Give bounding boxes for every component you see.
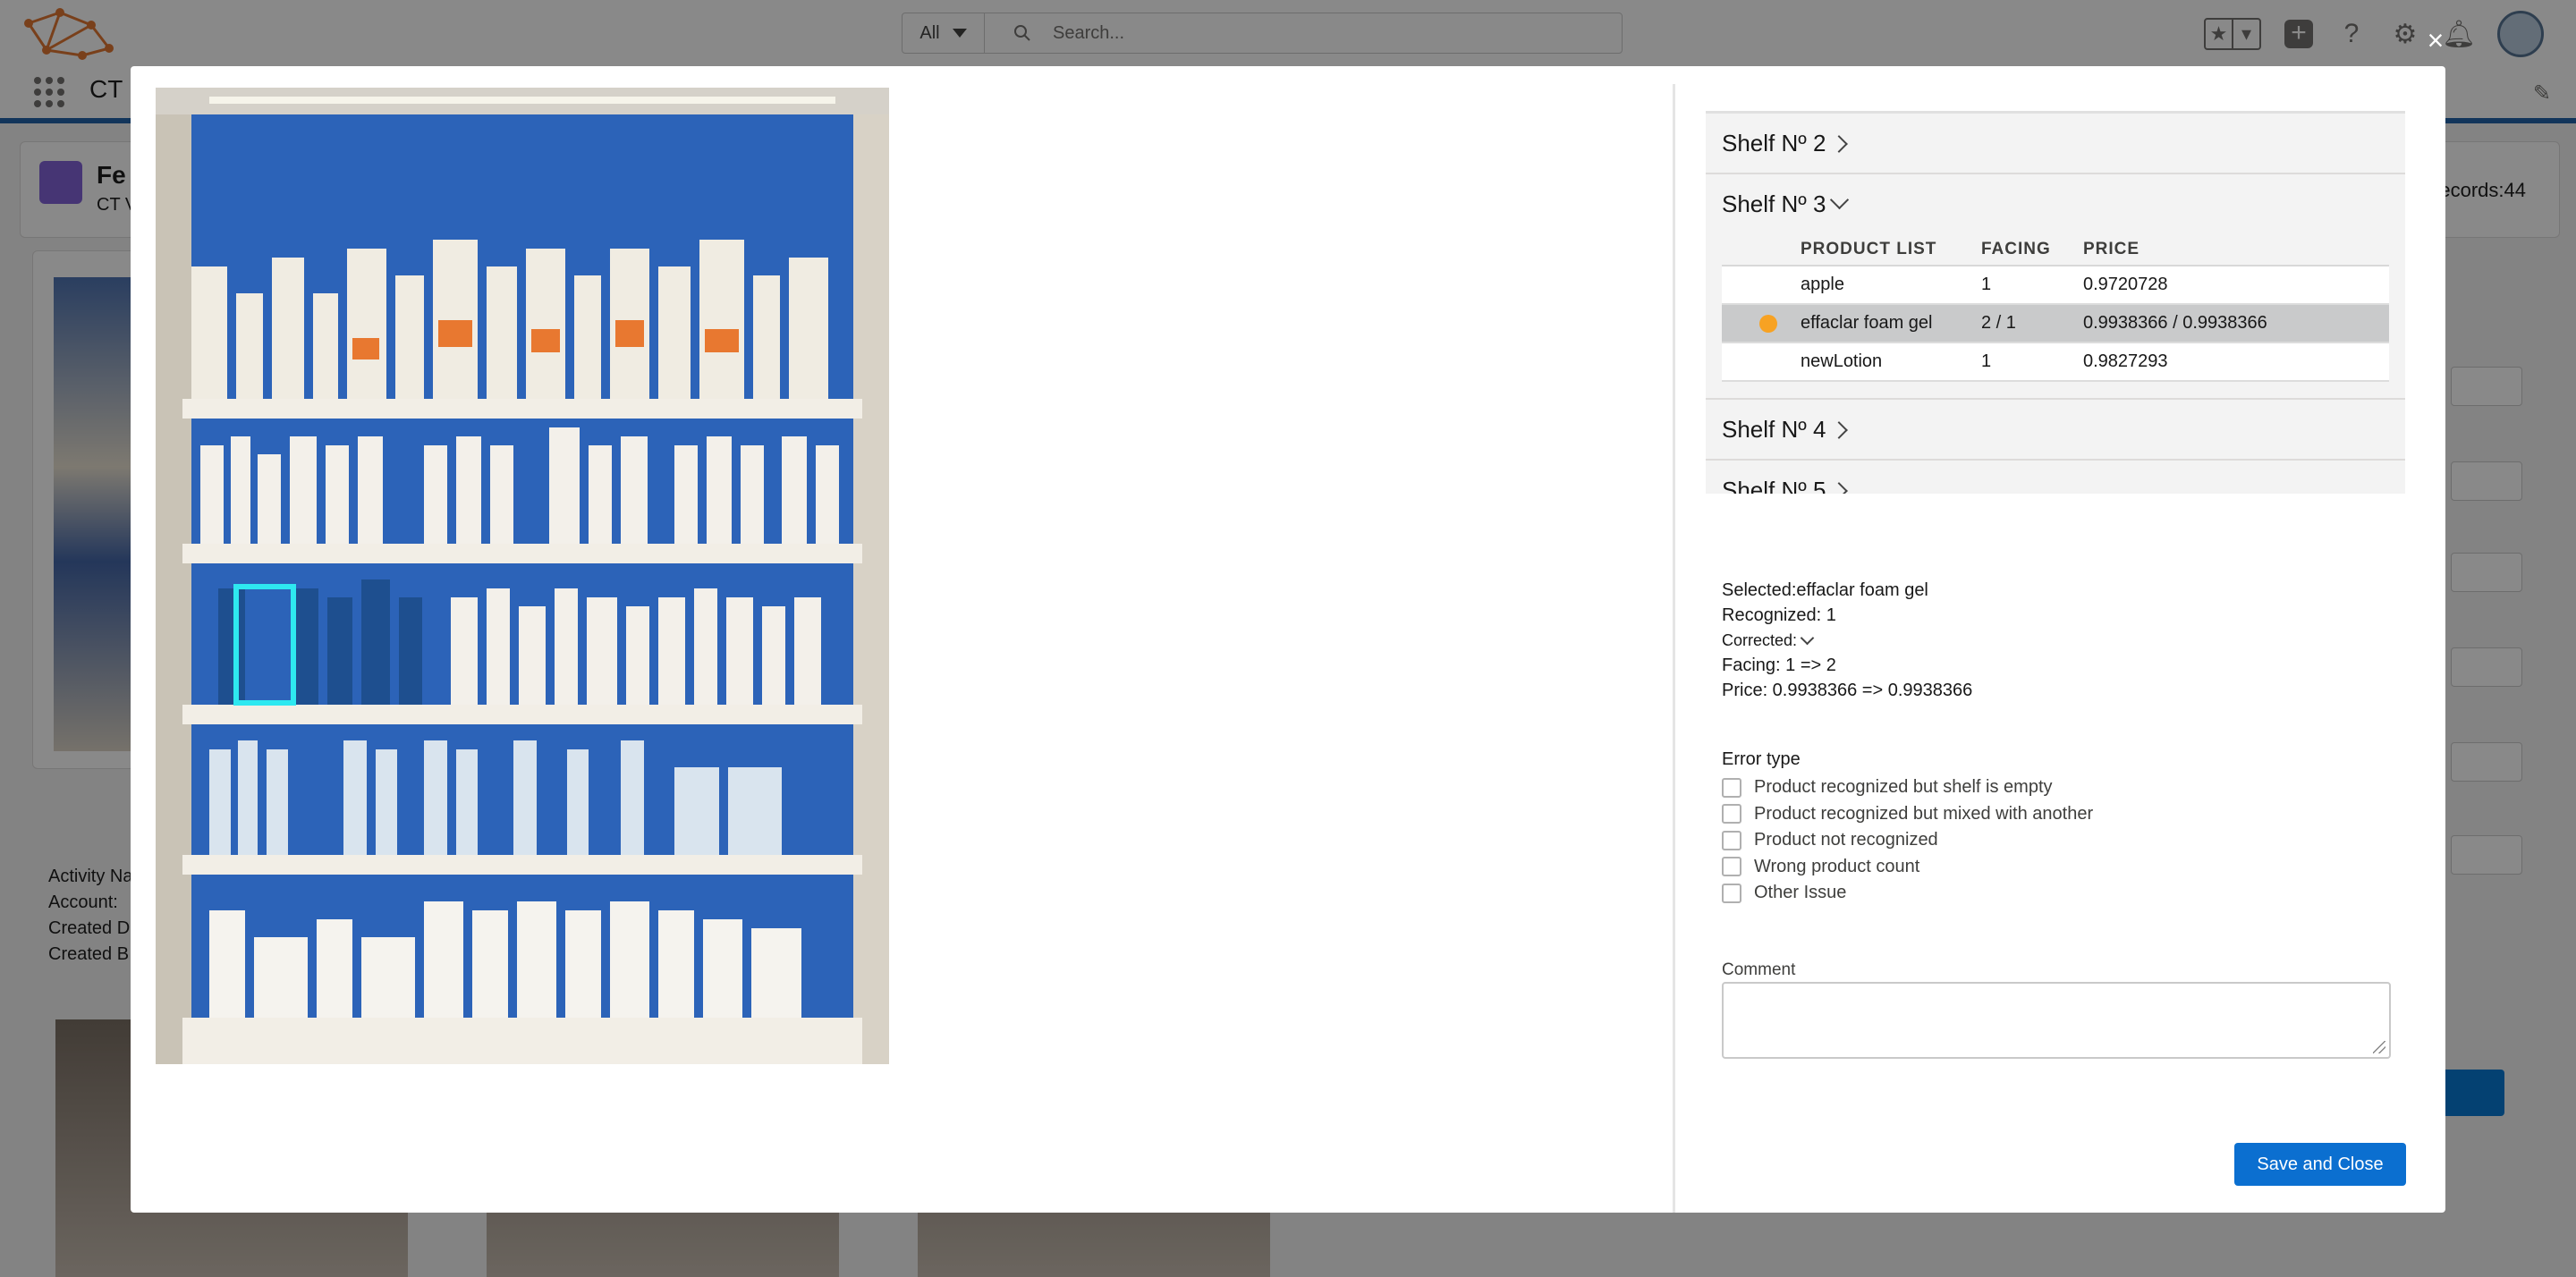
selection-details: Selected:effaclar foam gel Recognized: 1… bbox=[1722, 578, 1972, 703]
shelf-3-toggle[interactable]: Shelf Nº 3 bbox=[1706, 174, 2405, 233]
price-change: Price: 0.9938366 => 0.9938366 bbox=[1722, 681, 1973, 700]
comment-textarea[interactable] bbox=[1722, 982, 2391, 1059]
error-option-label: Wrong product count bbox=[1754, 856, 1920, 876]
error-option[interactable]: Product recognized but shelf is empty bbox=[1722, 774, 2093, 801]
photo-pane bbox=[131, 66, 1673, 1213]
corrected-toggle[interactable]: Corrected: bbox=[1722, 628, 1972, 653]
row-marker bbox=[1722, 343, 1801, 382]
recognized-count: Recognized: 1 bbox=[1722, 605, 1836, 625]
chevron-right-icon bbox=[1830, 135, 1849, 153]
corrected-label: Corrected: bbox=[1722, 631, 1798, 649]
shelf-label: Shelf Nº 4 bbox=[1722, 415, 1826, 443]
shelf-section: Shelf Nº 4 bbox=[1706, 400, 2405, 461]
facing-header: FACING bbox=[1981, 233, 2083, 266]
review-pane: Shelf Nº 2 Shelf Nº 3 PRODUCT LIST FACIN… bbox=[1675, 66, 2445, 1213]
chevron-down-icon bbox=[1830, 190, 1850, 209]
error-checkbox[interactable] bbox=[1722, 883, 1741, 903]
error-type-list: Product recognized but shelf is empty Pr… bbox=[1722, 774, 2093, 907]
table-row-selected[interactable]: effaclar foam gel 2 / 1 0.9938366 / 0.99… bbox=[1722, 304, 2389, 343]
error-checkbox[interactable] bbox=[1722, 804, 1741, 825]
table-row[interactable]: newLotion 1 0.9827293 bbox=[1722, 343, 2389, 382]
error-option[interactable]: Wrong product count bbox=[1722, 854, 2093, 881]
error-option[interactable]: Product recognized but mixed with anothe… bbox=[1722, 801, 2093, 828]
shelf-4-toggle[interactable]: Shelf Nº 4 bbox=[1706, 400, 2405, 459]
close-modal-icon[interactable]: × bbox=[2419, 23, 2453, 57]
shelf-section: Shelf Nº 5 bbox=[1706, 461, 2405, 494]
comment-label: Comment bbox=[1722, 960, 1796, 979]
error-option-label: Product recognized but shelf is empty bbox=[1754, 777, 2053, 798]
error-option[interactable]: Product not recognized bbox=[1722, 827, 2093, 854]
row-marker bbox=[1722, 304, 1801, 343]
chevron-right-icon bbox=[1830, 482, 1849, 494]
product-name-cell: newLotion bbox=[1801, 343, 1981, 382]
shelf-label: Shelf Nº 3 bbox=[1722, 190, 1826, 217]
error-checkbox[interactable] bbox=[1722, 830, 1741, 850]
facing-change: Facing: 1 => 2 bbox=[1722, 655, 1836, 675]
error-option[interactable]: Other Issue bbox=[1722, 880, 2093, 907]
facing-cell: 2 / 1 bbox=[1981, 304, 2083, 343]
shelf-2-toggle[interactable]: Shelf Nº 2 bbox=[1706, 114, 2405, 173]
chevron-down-icon bbox=[1800, 630, 1815, 645]
save-and-close-button[interactable]: Save and Close bbox=[2234, 1143, 2406, 1186]
row-marker bbox=[1722, 266, 1801, 305]
shelf-section: Shelf Nº 2 bbox=[1706, 114, 2405, 174]
error-checkbox[interactable] bbox=[1722, 777, 1741, 798]
error-option-label: Product recognized but mixed with anothe… bbox=[1754, 803, 2094, 824]
shelf-section: Shelf Nº 3 PRODUCT LIST FACING PRICE app… bbox=[1706, 174, 2405, 400]
resize-grip-icon[interactable] bbox=[2373, 1041, 2385, 1053]
shelf-review-modal: Shelf Nº 2 Shelf Nº 3 PRODUCT LIST FACIN… bbox=[131, 66, 2445, 1213]
shelf-label: Shelf Nº 2 bbox=[1722, 129, 1826, 156]
marker-column-header bbox=[1722, 233, 1801, 266]
product-name-cell: effaclar foam gel bbox=[1801, 304, 1981, 343]
product-name-cell: apple bbox=[1801, 266, 1981, 305]
error-option-label: Product not recognized bbox=[1754, 830, 1938, 850]
error-option-label: Other Issue bbox=[1754, 883, 1847, 903]
price-cell: 0.9720728 bbox=[2083, 266, 2389, 305]
error-checkbox[interactable] bbox=[1722, 857, 1741, 877]
shelf-5-toggle[interactable]: Shelf Nº 5 bbox=[1706, 461, 2405, 494]
error-type-title: Error type bbox=[1722, 749, 1801, 769]
price-header: PRICE bbox=[2083, 233, 2389, 266]
shelf-label: Shelf Nº 5 bbox=[1722, 476, 1826, 495]
selected-dot-icon bbox=[1759, 314, 1777, 333]
product-list-header: PRODUCT LIST bbox=[1801, 233, 1981, 266]
facing-cell: 1 bbox=[1981, 266, 2083, 305]
shelf-photo[interactable] bbox=[156, 88, 889, 1064]
facing-cell: 1 bbox=[1981, 343, 2083, 382]
table-row[interactable]: apple 1 0.9720728 bbox=[1722, 266, 2389, 305]
price-cell: 0.9938366 / 0.9938366 bbox=[2083, 304, 2389, 343]
selected-product: Selected:effaclar foam gel bbox=[1722, 580, 1928, 600]
shelf-accordion: Shelf Nº 2 Shelf Nº 3 PRODUCT LIST FACIN… bbox=[1706, 111, 2405, 494]
price-cell: 0.9827293 bbox=[2083, 343, 2389, 382]
chevron-right-icon bbox=[1830, 421, 1849, 439]
product-table: PRODUCT LIST FACING PRICE apple 1 0.9720… bbox=[1722, 233, 2389, 382]
